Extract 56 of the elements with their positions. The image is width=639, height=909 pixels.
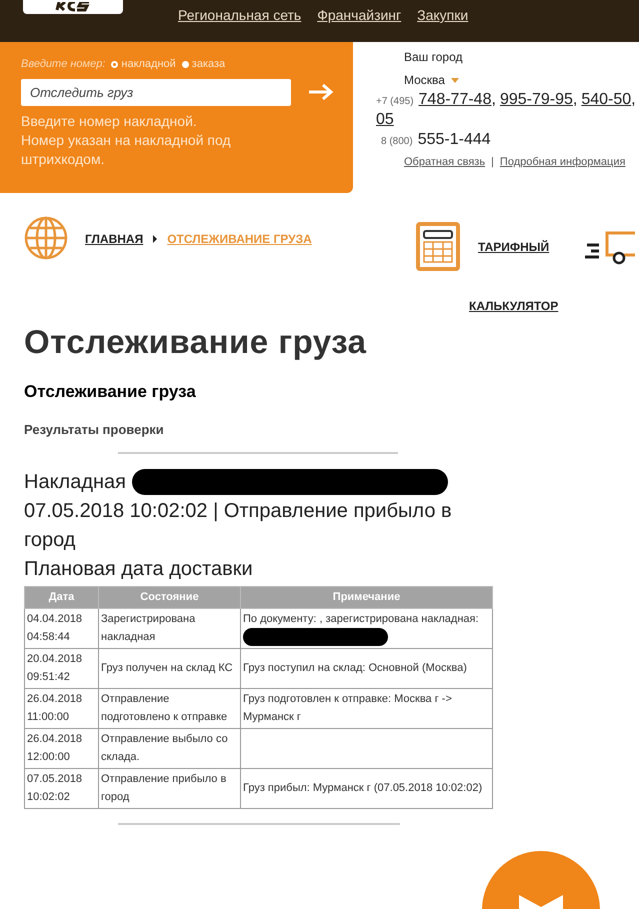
table-cell: 26.04.2018 12:00:00 — [24, 728, 98, 768]
phone-number[interactable]: 748-77-48 — [418, 91, 492, 108]
phone-prefix: +7 (495) — [376, 96, 414, 107]
section-label: Результаты проверки — [24, 421, 165, 439]
table-cell-text: Груз подготовлен к отправке: Москва г -> Мурманск г — [243, 692, 453, 725]
comma: , — [491, 91, 496, 108]
table-cell: Отправление подготовлено к отправке — [98, 688, 240, 728]
nav-link[interactable]: Франчайзинг — [317, 5, 402, 26]
link-separator: | — [491, 155, 494, 170]
nav-link[interactable]: Региональная сеть — [178, 5, 302, 26]
globe-icon — [24, 216, 68, 260]
tracking-input[interactable]: Отследить груз — [21, 78, 291, 106]
page-title: Отслеживание груза — [24, 322, 368, 362]
table-cell: 26.04.2018 11:00:00 — [24, 688, 98, 728]
table-cell: Отправление прибыло в город — [98, 768, 240, 808]
comma: , — [631, 91, 636, 108]
waybill-label: Накладная — [24, 470, 126, 494]
phone-number[interactable]: 555-1-444 — [418, 131, 491, 148]
column-header: Состояние — [98, 586, 240, 608]
column-header: Примечание — [240, 586, 492, 608]
arrow-right-icon[interactable] — [308, 83, 334, 101]
calculator-icon[interactable] — [416, 222, 460, 271]
table-cell: 20.04.2018 09:51:42 — [24, 648, 98, 688]
chevron-icon — [153, 235, 158, 243]
column-header: Дата — [24, 586, 98, 608]
caret-icon — [450, 78, 459, 82]
table-cell: 07.05.2018 10:02:02 — [24, 768, 98, 808]
envelope-icon — [519, 895, 563, 909]
table-cell: Груз получен на склад КС — [98, 648, 240, 688]
table-cell-text: По документу: , зарегистрирована накладная: — [243, 612, 480, 627]
comma: , — [572, 91, 578, 108]
table-cell: 04.04.2018 04:58:44 — [24, 608, 98, 648]
nav-link[interactable]: Закупки — [417, 5, 468, 26]
phone-prefix: 8 (800) — [381, 136, 413, 147]
city-label: Ваш город — [404, 49, 464, 66]
phone-number[interactable]: 540-50 — [581, 91, 632, 108]
city-select[interactable]: Москва — [404, 71, 639, 89]
delivery-truck-icon[interactable] — [585, 228, 636, 264]
calculator-link[interactable]: ТАРИФНЫЙ — [478, 238, 550, 256]
calculator-link[interactable]: КАЛЬКУЛЯТОР — [469, 297, 639, 315]
page-subtitle: Отслеживание груза — [24, 380, 197, 402]
logo-mark-icon — [55, 2, 91, 12]
table-cell: Отправление выбыло со склада. — [98, 728, 240, 768]
phone-number[interactable]: 995-79-95 — [500, 91, 573, 108]
info-link[interactable]: Обратная связь — [404, 154, 486, 170]
planned-date-label: Плановая дата доставки — [24, 556, 254, 582]
status-text: 07.05.2018 10:02:02 | Отправление прибыло в город — [24, 498, 453, 552]
table-cell-text: Груз поступил на склад: Основной (Москва) — [243, 661, 468, 676]
info-link[interactable]: Подробная информация — [500, 154, 626, 170]
tracking-prompt: Введите номер: — [21, 57, 106, 72]
tracking-hint: Введите номер накладной. Номер указан на накладной под штрихкодом. — [21, 112, 232, 168]
table-cell-text: Груз прибыл: Мурманск г (07.05.2018 10:02:02) — [243, 781, 484, 796]
phone-number[interactable]: 05 — [376, 111, 394, 128]
logo[interactable] — [23, 0, 123, 14]
table-cell: Зарегистрирована накладная — [98, 608, 240, 648]
breadcrumb-link[interactable]: ГЛАВНАЯ — [85, 230, 144, 248]
